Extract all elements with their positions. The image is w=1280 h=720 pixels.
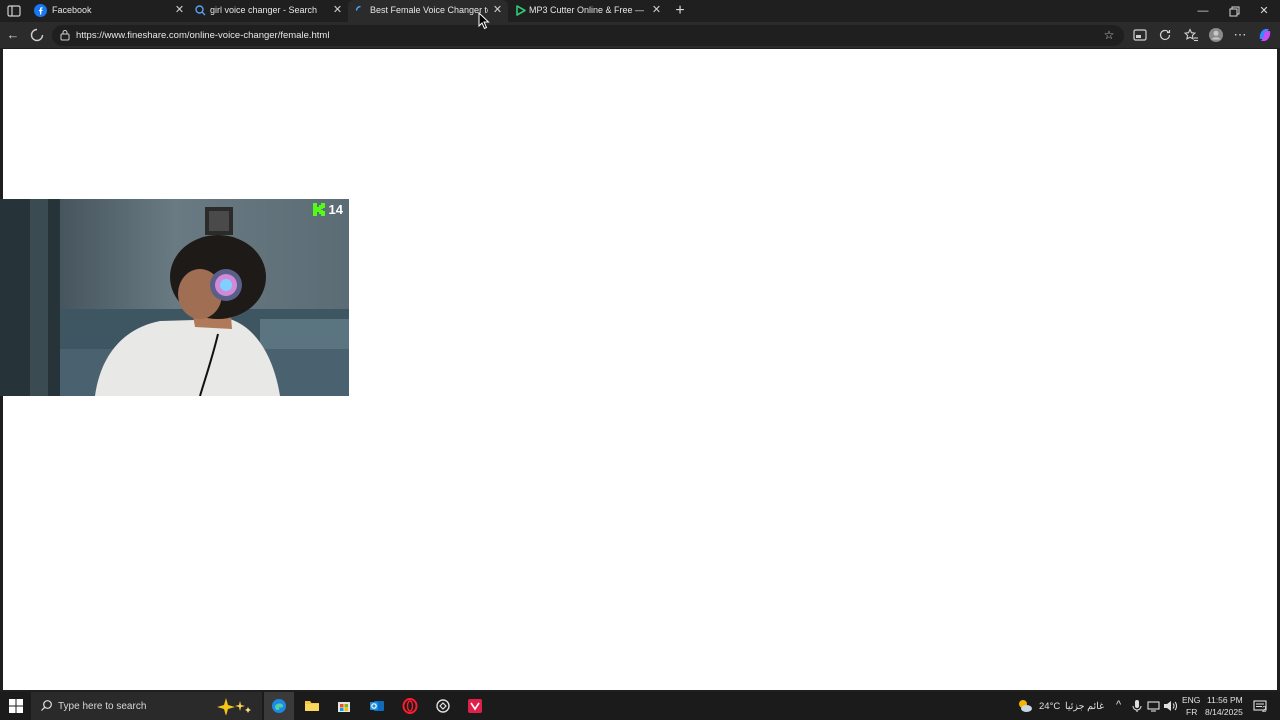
- restore-icon[interactable]: [1226, 3, 1242, 19]
- volume-icon[interactable]: [1162, 698, 1178, 714]
- web-page-content: 14: [0, 49, 1277, 690]
- tab-search[interactable]: girl voice changer - Search ✕: [188, 0, 348, 22]
- favorite-star-icon[interactable]: ☆: [1102, 28, 1116, 42]
- capcut-app-icon[interactable]: [467, 698, 483, 714]
- loading-spinner-icon[interactable]: [29, 27, 45, 43]
- clock-time[interactable]: 11:56 PM: [1207, 695, 1243, 705]
- refresh-extension-icon[interactable]: [1157, 27, 1173, 43]
- network-icon[interactable]: [1146, 698, 1162, 714]
- play-icon: [516, 5, 526, 16]
- search-icon: [195, 5, 206, 16]
- opera-browser-icon[interactable]: [402, 698, 418, 714]
- show-hidden-icons-chevron-icon[interactable]: ^: [1116, 699, 1121, 711]
- loading-spinner-icon: [355, 5, 361, 11]
- close-window-icon[interactable]: ✕: [1256, 3, 1272, 19]
- close-tab-icon[interactable]: ✕: [331, 4, 344, 17]
- kick-logo-icon: [312, 203, 325, 216]
- close-tab-icon[interactable]: ✕: [173, 4, 186, 17]
- close-tab-icon[interactable]: ✕: [650, 4, 663, 17]
- microphone-icon[interactable]: [1129, 698, 1145, 714]
- weather-description[interactable]: غائم جزئيا: [1065, 701, 1104, 712]
- tab-title: girl voice changer - Search: [210, 5, 318, 15]
- viewer-count: 14: [328, 202, 343, 217]
- taskbar-search-box[interactable]: Type here to search: [31, 692, 262, 720]
- tab-actions-icon[interactable]: [6, 3, 22, 19]
- mouse-cursor-icon: [478, 12, 490, 30]
- microsoft-store-icon[interactable]: [336, 698, 352, 714]
- back-arrow-icon[interactable]: ←: [5, 27, 21, 43]
- clock-date[interactable]: 8/14/2025: [1205, 707, 1243, 717]
- chatgpt-app-icon[interactable]: [435, 698, 451, 714]
- kick-viewer-badge: 14: [312, 202, 343, 217]
- address-bar[interactable]: https://www.fineshare.com/online-voice-c…: [52, 25, 1124, 46]
- search-icon: [41, 700, 52, 711]
- favorites-icon[interactable]: [1183, 27, 1199, 43]
- windows-start-icon[interactable]: [8, 698, 24, 714]
- edge-browser-icon[interactable]: [271, 698, 287, 714]
- close-tab-icon[interactable]: ✕: [491, 4, 504, 17]
- new-tab-button[interactable]: +: [671, 2, 689, 20]
- tab-facebook[interactable]: Facebook ✕: [28, 0, 188, 22]
- profile-avatar-icon[interactable]: [1208, 27, 1224, 43]
- tab-title: Facebook: [52, 5, 92, 15]
- facebook-icon: [34, 4, 47, 17]
- minimize-icon[interactable]: —: [1195, 3, 1211, 19]
- screen: Facebook ✕ girl voice changer - Search ✕…: [0, 0, 1280, 720]
- tab-mp3-cutter[interactable]: MP3 Cutter Online & Free — Cut ✕: [508, 0, 668, 22]
- windows-taskbar: Type here to search 24°C غائم جزئيا ^ EN…: [0, 692, 1280, 720]
- tab-title: Best Female Voice Changer to Ma: [370, 5, 488, 15]
- browser-toolbar: ← https://www.fineshare.com/online-voice…: [0, 22, 1280, 48]
- url-text: https://www.fineshare.com/online-voice-c…: [76, 30, 330, 41]
- tab-title: MP3 Cutter Online & Free — Cut: [529, 5, 647, 15]
- streamer-webcam-image: [0, 199, 349, 396]
- search-placeholder: Type here to search: [58, 701, 147, 712]
- tab-strip: Facebook ✕ girl voice changer - Search ✕…: [0, 0, 1280, 22]
- site-info-icon[interactable]: [59, 29, 71, 41]
- copilot-icon[interactable]: [1257, 27, 1273, 43]
- weather-icon[interactable]: [1017, 698, 1033, 714]
- outlook-icon[interactable]: [369, 698, 385, 714]
- search-highlights-icon[interactable]: [214, 697, 254, 715]
- keyboard-layout[interactable]: FR: [1186, 707, 1197, 717]
- file-explorer-icon[interactable]: [304, 698, 320, 714]
- webcam-video-overlay[interactable]: 14: [0, 199, 349, 396]
- input-language[interactable]: ENG: [1182, 695, 1200, 705]
- more-menu-icon[interactable]: ⋯: [1232, 27, 1248, 43]
- notification-count: 2: [1262, 705, 1267, 714]
- immersive-reader-icon[interactable]: [1132, 27, 1148, 43]
- weather-temperature[interactable]: 24°C: [1039, 701, 1060, 712]
